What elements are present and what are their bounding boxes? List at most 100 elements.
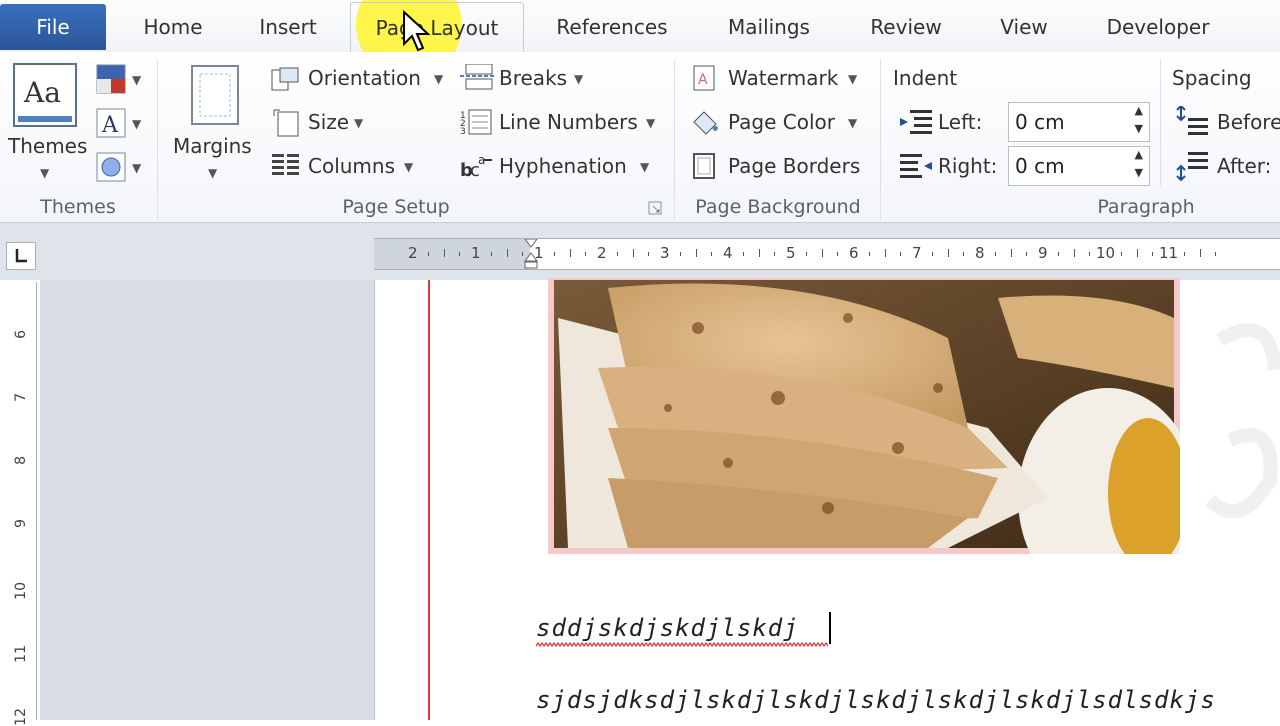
indent-marker-icon[interactable] xyxy=(524,239,538,269)
themes-dropdown-icon[interactable]: ▼ xyxy=(40,166,49,180)
breaks-icon xyxy=(460,63,494,94)
size-button[interactable]: Size xyxy=(308,110,349,134)
line-numbers-button[interactable]: Line Numbers xyxy=(499,110,638,134)
svg-text:Aa: Aa xyxy=(23,76,61,109)
columns-dropdown-icon[interactable]: ▼ xyxy=(404,160,413,174)
page-setup-group-label: Page Setup xyxy=(342,196,450,218)
line-numbers-dropdown-icon[interactable]: ▼ xyxy=(646,116,655,130)
ruler-tick-mark xyxy=(1089,252,1091,256)
svg-text:3: 3 xyxy=(460,127,466,136)
hyphenation-dropdown-icon[interactable]: ▼ xyxy=(640,160,649,174)
indent-left-spinner[interactable]: 0 cm ▲ ▼ xyxy=(1008,102,1150,142)
ruler-number: 2 xyxy=(408,244,418,262)
page-borders-icon xyxy=(692,152,718,184)
spin-down-icon[interactable]: ▼ xyxy=(1135,166,1143,179)
document-workspace xyxy=(40,280,374,720)
spacing-before-label: Before xyxy=(1217,110,1280,134)
page-color-button[interactable]: Page Color xyxy=(728,110,835,134)
tab-page-layout[interactable]: Page Layout xyxy=(350,2,524,54)
indent-right-value[interactable]: 0 cm xyxy=(1015,154,1065,178)
tab-developer[interactable]: Developer xyxy=(1092,2,1224,50)
spin-down-icon[interactable]: ▼ xyxy=(1135,122,1143,135)
watermark-dropdown-icon[interactable]: ▼ xyxy=(848,72,857,86)
svg-text:A: A xyxy=(101,113,119,138)
paragraph-group-label: Paragraph xyxy=(1097,196,1195,218)
tab-stop-selector[interactable] xyxy=(6,242,36,270)
indent-left-value[interactable]: 0 cm xyxy=(1015,110,1065,134)
document-line-2[interactable]: sjdsjdksdjlskdjlskdjlskdjlskdjlskdjlsdls… xyxy=(536,686,1216,714)
orientation-dropdown-icon[interactable]: ▼ xyxy=(434,72,443,86)
vertical-ruler-number: 8 xyxy=(13,456,29,465)
ruler-tick-mark xyxy=(585,252,587,256)
group-divider xyxy=(674,60,675,220)
inserted-picture[interactable] xyxy=(548,278,1180,554)
page-color-dropdown-icon[interactable]: ▼ xyxy=(848,116,857,130)
watermark-button[interactable]: Watermark xyxy=(728,66,838,90)
mouse-pointer-icon xyxy=(403,10,431,52)
ruler-tick-mark xyxy=(931,252,933,256)
vertical-ruler-number: 7 xyxy=(13,393,29,402)
ruler-tick-mark xyxy=(1120,252,1122,256)
tab-insert[interactable]: Insert xyxy=(246,2,330,50)
spacing-title: Spacing xyxy=(1172,66,1252,90)
ribbon: Aa Themes ▼ ▼ A ▼ ▼ Themes Margins ▼ Orie… xyxy=(0,52,1280,223)
margins-icon[interactable] xyxy=(190,64,240,130)
page-background-group-label: Page Background xyxy=(695,196,861,218)
theme-fonts-icon[interactable]: A ▼ xyxy=(96,108,144,142)
ruler-tick-mark xyxy=(695,249,697,257)
vertical-ruler[interactable]: 6 7 8 9 10 11 12 xyxy=(6,282,37,726)
tab-view[interactable]: View xyxy=(986,2,1062,50)
ruler-tick-mark xyxy=(1057,252,1059,256)
page-borders-button[interactable]: Page Borders xyxy=(728,154,860,178)
ruler-tick-mark xyxy=(758,249,760,257)
group-divider xyxy=(157,60,158,220)
themes-icon: Aa xyxy=(13,63,77,127)
indent-left-icon xyxy=(900,110,932,138)
theme-effects-icon[interactable]: ▼ xyxy=(96,152,144,186)
horizontal-ruler[interactable]: 2 1 1 2 3 4 5 6 7 8 9 10 11 xyxy=(374,238,1280,270)
tab-home[interactable]: Home xyxy=(128,2,218,50)
ruler-number: 10 xyxy=(1096,244,1116,262)
tab-mailings[interactable]: Mailings xyxy=(712,2,826,50)
spacing-before-icon xyxy=(1176,104,1208,142)
themes-label[interactable]: Themes xyxy=(8,134,87,158)
theme-colors-icon[interactable]: ▼ xyxy=(96,64,144,98)
indent-right-label: Right: xyxy=(938,154,998,178)
ruler-number: 6 xyxy=(849,244,859,262)
margins-button[interactable]: Margins xyxy=(173,134,252,158)
columns-button[interactable]: Columns xyxy=(308,154,395,178)
ruler-tick-mark xyxy=(947,249,949,257)
ruler-tick-mark xyxy=(805,252,807,256)
vertical-ruler-number: 10 xyxy=(13,582,29,600)
tab-references[interactable]: References xyxy=(544,2,680,50)
ruler-tick-mark xyxy=(868,252,870,256)
ruler-number: 11 xyxy=(1159,244,1179,262)
hyphenation-icon: bca xyxy=(460,152,494,184)
margins-dropdown-icon[interactable]: ▼ xyxy=(208,166,217,180)
document-line-1[interactable]: sddjskdjskdjlskdj xyxy=(536,614,799,642)
ruler-tick-mark xyxy=(1073,249,1075,257)
spin-up-icon[interactable]: ▲ xyxy=(1135,148,1143,161)
ruler-tick-mark xyxy=(553,252,555,256)
size-dropdown-icon[interactable]: ▼ xyxy=(354,116,363,130)
page-color-icon xyxy=(690,108,720,140)
text-cursor xyxy=(829,612,831,644)
ruler-tick-mark xyxy=(1010,249,1012,257)
breaks-button[interactable]: Breaks xyxy=(499,66,567,90)
ruler-tick-mark xyxy=(1152,252,1154,256)
tab-review[interactable]: Review xyxy=(858,2,954,50)
breaks-dropdown-icon[interactable]: ▼ xyxy=(574,72,583,86)
orientation-button[interactable]: Orientation xyxy=(308,66,421,90)
indent-right-spinner[interactable]: 0 cm ▲ ▼ xyxy=(1008,146,1150,186)
themes-button[interactable]: Aa xyxy=(12,62,78,128)
ruler-tick-mark xyxy=(774,252,776,256)
ruler-number: 9 xyxy=(1038,244,1048,262)
ruler-number: 2 xyxy=(597,244,607,262)
ruler-tick-mark xyxy=(742,252,744,256)
spin-up-icon[interactable]: ▲ xyxy=(1135,104,1143,117)
watermark-icon: A xyxy=(692,64,718,96)
vertical-ruler-number: 9 xyxy=(13,519,29,528)
tab-file[interactable]: File xyxy=(0,4,106,50)
hyphenation-button[interactable]: Hyphenation xyxy=(499,154,627,178)
page-setup-dialog-launcher-icon[interactable] xyxy=(648,200,662,219)
